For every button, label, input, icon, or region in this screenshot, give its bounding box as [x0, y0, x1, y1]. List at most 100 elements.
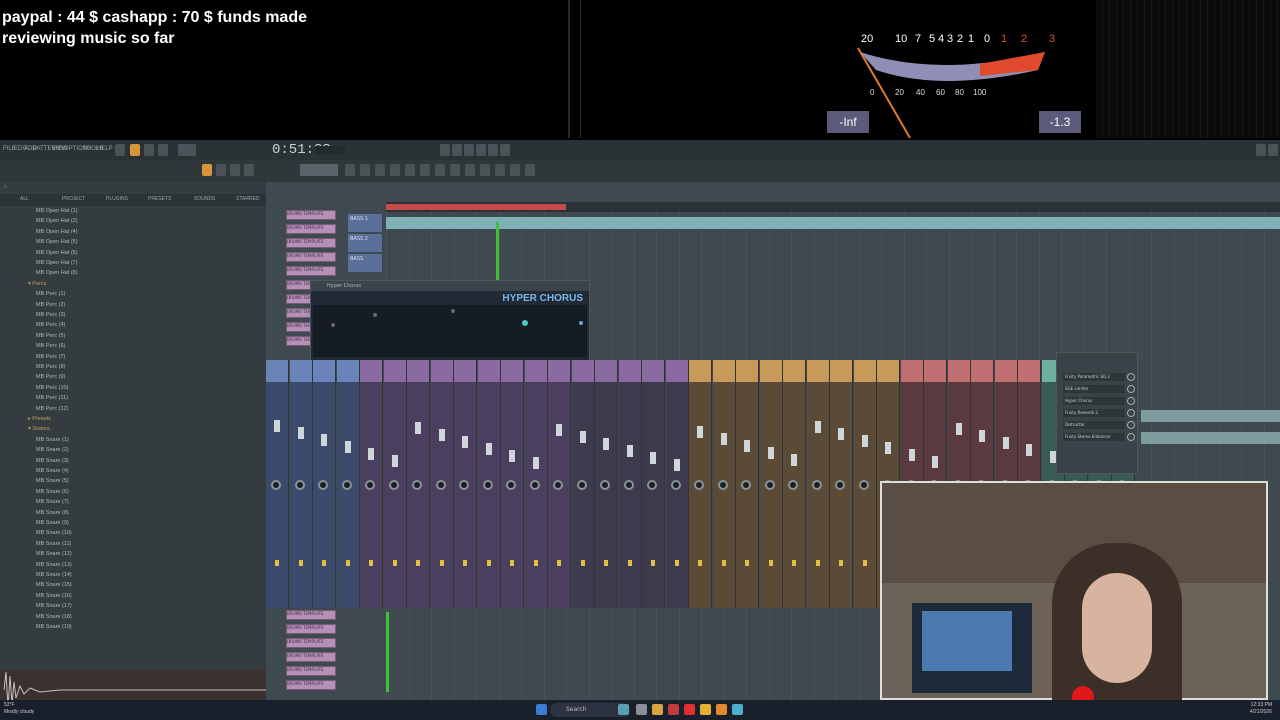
browser-tab-project[interactable]: PROJECT [62, 196, 85, 202]
mixer-pan-knob[interactable] [318, 480, 328, 490]
mixer-track[interactable] [266, 360, 289, 608]
mixer-track[interactable] [360, 360, 383, 608]
browser-folder[interactable]: ▸ Presets [28, 416, 51, 422]
mixer-track[interactable] [571, 360, 595, 608]
toolbar-button[interactable] [420, 164, 430, 176]
play-button[interactable] [130, 144, 140, 156]
route-arrow-icon[interactable] [298, 560, 303, 566]
mixer-pan-knob[interactable] [341, 480, 352, 490]
browser-file-item[interactable]: MB Perc (8) [36, 364, 65, 374]
mixer-fader[interactable] [274, 420, 280, 432]
mixer-fader[interactable] [321, 434, 327, 446]
browser-tab-sounds[interactable]: SOUNDS [194, 196, 215, 202]
fx-mix-knob[interactable] [1127, 397, 1135, 405]
mixer-track[interactable] [313, 360, 336, 608]
toolbar-button[interactable] [202, 164, 212, 176]
pattern-clip[interactable]: DRUMS TEMPLATE [286, 266, 336, 276]
browser-file-item[interactable]: MB Snare (13) [36, 562, 72, 572]
route-arrow-icon[interactable] [533, 560, 538, 566]
toolbar-button[interactable] [390, 164, 400, 176]
mixer-track-header[interactable] [454, 360, 476, 382]
toolbar-button[interactable] [495, 164, 505, 176]
browser-tab-all[interactable]: ALL [20, 196, 29, 202]
toolbar-button[interactable] [500, 144, 510, 156]
mixer-pan-knob[interactable] [553, 480, 563, 490]
weather-widget[interactable]: 53°F Mostly cloudy [4, 702, 34, 716]
minimize-icon[interactable] [1256, 144, 1266, 156]
browser-file-item[interactable]: MB Snare (12) [36, 551, 72, 561]
toolbar-button[interactable] [510, 164, 520, 176]
browser-file-item[interactable]: MB Perc (2) [36, 302, 65, 312]
browser-file-item[interactable]: MB Snare (7) [36, 499, 69, 509]
browser-file-item[interactable]: MB Snare (19) [36, 624, 72, 634]
toolbar-button[interactable] [465, 164, 475, 176]
mixer-track-header[interactable] [947, 360, 970, 382]
mixer-fader[interactable] [462, 436, 468, 448]
mixer-pan-knob[interactable] [788, 480, 798, 490]
mixer-fader[interactable] [509, 450, 515, 462]
track-label[interactable]: BASS 1 [348, 214, 382, 232]
mixer-track-header[interactable] [477, 360, 500, 382]
toolbar-button[interactable] [450, 164, 460, 176]
app-icon[interactable] [668, 704, 679, 715]
route-arrow-icon[interactable] [557, 560, 561, 566]
toolbar-button[interactable] [345, 164, 355, 176]
mixer-pan-knob[interactable] [506, 480, 516, 490]
mixer-pan-knob[interactable] [435, 480, 446, 490]
route-arrow-icon[interactable] [580, 560, 585, 566]
mixer-track[interactable] [759, 360, 783, 608]
mixer-track-header[interactable] [783, 360, 805, 382]
mixer-track[interactable] [524, 360, 548, 608]
pattern-song-toggle[interactable] [115, 144, 125, 156]
pattern-clip[interactable]: DRUMS TEMPLATE [286, 652, 336, 662]
pattern-clip[interactable]: DRUMS TEMPLATE [286, 610, 336, 620]
mixer-fader[interactable] [556, 424, 562, 436]
fx-slot[interactable]: Fruity Stereo Enhancer [1063, 433, 1125, 441]
mixer-track[interactable] [642, 360, 665, 608]
fx-slot[interactable]: Fruity Reeverb 2 [1063, 409, 1125, 417]
route-arrow-icon[interactable] [439, 560, 444, 566]
route-arrow-icon[interactable] [322, 560, 326, 566]
mixer-track-header[interactable] [383, 360, 406, 382]
route-arrow-icon[interactable] [862, 560, 867, 566]
audio-clip[interactable] [1141, 410, 1280, 422]
mixer-pan-knob[interactable] [388, 480, 399, 490]
mixer-track-header[interactable] [595, 360, 617, 382]
mixer-fader[interactable] [1026, 444, 1032, 456]
mixer-track[interactable] [477, 360, 501, 608]
toolbar-button[interactable] [525, 164, 535, 176]
mixer-pan-knob[interactable] [294, 480, 305, 490]
route-arrow-icon[interactable] [604, 560, 608, 566]
mixer-track-header[interactable] [289, 360, 312, 382]
pattern-clip[interactable]: DRUMS TEMPLATE [286, 210, 336, 220]
mixer-track-header[interactable] [642, 360, 664, 382]
mixer-track-header[interactable] [759, 360, 782, 382]
browser-file-item[interactable]: MB Snare (17) [36, 603, 72, 613]
mixer-fader[interactable] [814, 421, 821, 433]
mixer-fader[interactable] [626, 445, 633, 457]
toolbar-button[interactable] [244, 164, 254, 176]
mixer-pan-knob[interactable] [459, 480, 469, 490]
toolbar-button[interactable] [452, 144, 462, 156]
snap-selector[interactable] [300, 164, 338, 176]
mixer-fader[interactable] [908, 449, 915, 461]
route-arrow-icon[interactable] [745, 560, 749, 566]
route-arrow-icon[interactable] [369, 560, 373, 566]
mixer-pan-knob[interactable] [529, 480, 540, 490]
mixer-pan-knob[interactable] [482, 480, 493, 490]
mixer-track-header[interactable] [548, 360, 570, 382]
mixer-fader[interactable] [344, 441, 351, 453]
mixer-track-header[interactable] [971, 360, 993, 382]
record-button[interactable] [158, 144, 168, 156]
mixer-fader[interactable] [1049, 451, 1056, 463]
mixer-pan-knob[interactable] [811, 480, 822, 490]
mixer-track[interactable] [618, 360, 642, 608]
mixer-track-header[interactable] [430, 360, 453, 382]
browser-file-item[interactable]: MB Snare (16) [36, 593, 72, 603]
mixer-fader[interactable] [979, 430, 985, 442]
mixer-fader[interactable] [603, 438, 609, 450]
mixer-fader[interactable] [391, 455, 398, 467]
toolbar-button[interactable] [405, 164, 415, 176]
mixer-fader[interactable] [485, 443, 492, 455]
mixer-fader[interactable] [532, 457, 539, 469]
